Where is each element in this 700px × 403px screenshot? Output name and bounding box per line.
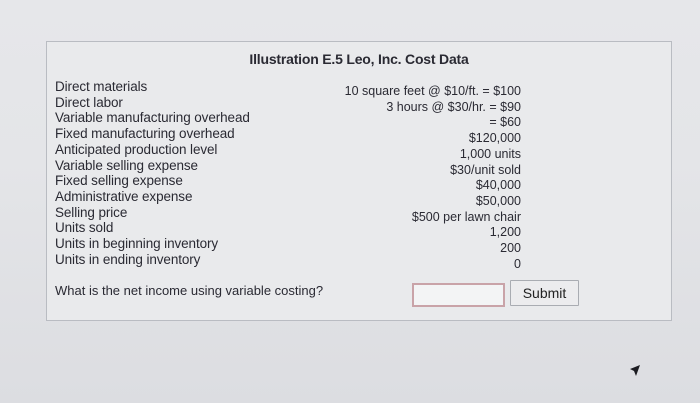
cost-label: Units sold [55,220,114,236]
cost-value: 3 hours @ $30/hr. = $90 [386,99,521,114]
cost-value: 200 [500,241,521,256]
cost-value: 10 square feet @ $10/ft. = $100 [344,84,521,98]
cost-value: $30/unit sold [450,162,521,177]
cost-label: Anticipated production level [55,141,218,157]
cost-label: Administrative expense [55,188,193,204]
cost-values-column: 10 square feet @ $10/ft. = $100 3 hours … [345,84,521,272]
cost-label: Units in ending inventory [55,251,201,267]
cost-labels-column: Direct materials Direct labor Variable m… [55,79,250,267]
pointer-arrow-icon [630,365,640,376]
cost-label: Selling price [55,204,128,220]
cost-label: Variable selling expense [55,157,198,173]
submit-button[interactable]: Submit [510,280,579,306]
cost-label: Fixed selling expense [55,173,183,189]
cost-value: $50,000 [475,193,521,208]
answer-input[interactable] [412,283,505,307]
cost-value: $40,000 [475,178,521,193]
question-text: What is the net income using variable co… [55,283,324,298]
cost-label: Direct materials [55,79,148,94]
cost-label: Fixed manufacturing overhead [55,126,235,142]
cost-value: 0 [514,256,521,271]
cost-value: $120,000 [468,131,521,146]
cost-value: $500 per lawn chair [411,209,521,224]
cost-label: Direct labor [55,94,123,110]
cost-label: Units in beginning inventory [55,236,219,252]
cost-value: = $60 [489,115,521,130]
cost-value: 1,000 units [459,146,521,161]
cost-label: Variable manufacturing overhead [55,110,250,126]
cost-value: 1,200 [489,225,521,240]
panel-title: Illustration E.5 Leo, Inc. Cost Data [249,51,469,67]
cost-data-panel: Illustration E.5 Leo, Inc. Cost Data Dir… [46,41,672,321]
